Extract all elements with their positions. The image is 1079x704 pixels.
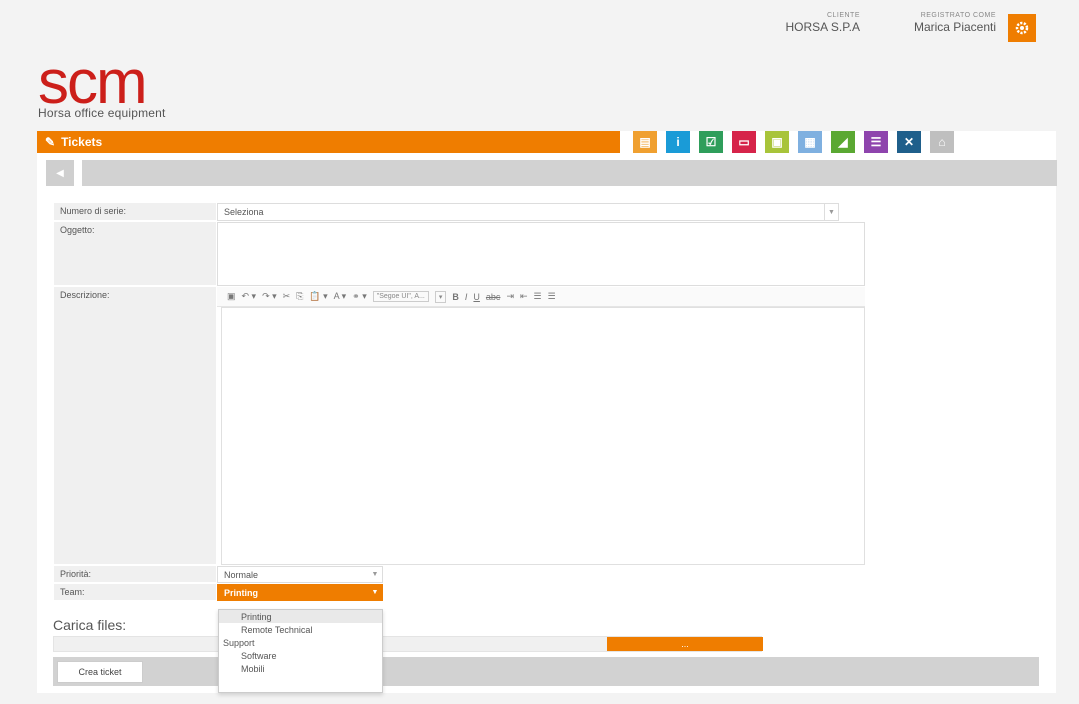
settings-button[interactable] (1008, 14, 1036, 42)
font-size-select[interactable]: ▾ (434, 290, 447, 303)
user-name[interactable]: Marica Piacenti (872, 20, 996, 34)
priority-label: Priorità: (54, 566, 216, 583)
redo-icon[interactable]: ↷ ▾ (262, 291, 277, 302)
back-button[interactable]: ◀ (46, 160, 74, 186)
chevron-down-icon: ▼ (371, 571, 379, 578)
team-label: Team: (54, 584, 216, 601)
description-editor: ▣ ↶ ▾ ↷ ▾ ✂ ⎘ 📋 ▾ A ▾ ⚭ ▾ "Segoe UI", A.… (217, 287, 865, 565)
page-title-bar: ✎ Tickets (37, 131, 620, 153)
font-family-select[interactable]: "Segoe UI", A... (372, 291, 429, 302)
folder-icon[interactable]: ▭ (732, 131, 756, 153)
pencil-icon: ✎ (45, 135, 56, 149)
browse-files-button[interactable]: ... (607, 637, 763, 651)
team-option[interactable]: Mobili (219, 662, 382, 675)
chevron-down-icon: ▼ (371, 589, 379, 596)
team-option[interactable]: Software (219, 649, 382, 662)
indent-icon[interactable]: ⇥ (506, 291, 514, 302)
team-select[interactable]: Printing ▼ (217, 584, 383, 601)
form-icon[interactable]: ▦ (798, 131, 822, 153)
user-info: REGISTRATO COME Marica Piacenti (872, 12, 996, 34)
company-logo[interactable]: scm Horsa office equipment (38, 48, 166, 121)
gear-icon (1015, 21, 1029, 35)
info-icon[interactable]: i (666, 131, 690, 153)
module-toolbar: ▤ i ☑ ▭ ▣ ▦ ◢ ☰ ✕ ⌂ (633, 131, 954, 153)
strikethrough-button[interactable]: abc (486, 292, 501, 302)
paste-icon[interactable]: 📋 ▾ (309, 291, 327, 302)
logo-text: scm (38, 48, 148, 117)
editor-toolbar: ▣ ↶ ▾ ↷ ▾ ✂ ⎘ 📋 ▾ A ▾ ⚭ ▾ "Segoe UI", A.… (217, 287, 865, 307)
page-title: Tickets (61, 135, 103, 149)
font-color-icon[interactable]: A ▾ (334, 291, 347, 302)
link-icon[interactable]: ⚭ ▾ (352, 291, 367, 302)
description-label: Descrizione: (54, 287, 216, 565)
serial-value: Seleziona (224, 207, 264, 217)
chevron-down-icon: ▼ (824, 204, 838, 220)
user-caption: REGISTRATO COME (920, 12, 996, 19)
description-editor-area[interactable] (221, 307, 865, 565)
outdent-icon[interactable]: ⇤ (520, 291, 528, 302)
undo-icon[interactable]: ↶ ▾ (242, 291, 257, 302)
team-option-group: Support (223, 638, 255, 648)
underline-button[interactable]: U (473, 292, 480, 302)
action-bar-fill (82, 160, 1057, 186)
numbered-list-icon[interactable]: ☰ (534, 291, 542, 302)
back-arrow-icon: ◀ (56, 167, 64, 179)
logo-subtitle: Horsa office equipment (38, 106, 166, 120)
team-value: Printing (224, 588, 258, 598)
create-ticket-button[interactable]: Crea ticket (57, 661, 143, 683)
priority-value: Normale (224, 570, 259, 580)
checklist-icon[interactable]: ☑ (699, 131, 723, 153)
client-info: CLIENTE HORSA S.P.A (748, 12, 860, 34)
copy-icon[interactable]: ⎘ (296, 291, 303, 302)
document-icon[interactable]: ▣ (765, 131, 789, 153)
source-icon[interactable]: ▣ (227, 291, 236, 302)
action-bar: ◀ (46, 160, 1057, 186)
serial-select[interactable]: Seleziona ▼ (217, 203, 839, 221)
list-icon[interactable]: ☰ (864, 131, 888, 153)
main-panel: ✎ Tickets ▤ i ☑ ▭ ▣ ▦ ◢ ☰ ✕ ⌂ ◀ Numero di serie: … (37, 131, 1057, 693)
serial-label: Numero di serie: (54, 203, 216, 221)
priority-select[interactable]: Normale ▼ (217, 566, 383, 583)
folder-doc-icon[interactable]: ▤ (633, 131, 657, 153)
team-option[interactable]: Remote Technical (219, 623, 382, 636)
bullet-list-icon[interactable]: ☰ (548, 291, 556, 302)
cut-icon[interactable]: ✂ (283, 291, 291, 302)
tools-icon[interactable]: ✕ (897, 131, 921, 153)
chart-icon[interactable]: ◢ (831, 131, 855, 153)
italic-button[interactable]: I (465, 292, 468, 302)
client-name: HORSA S.P.A (785, 20, 860, 34)
home-icon[interactable]: ⌂ (930, 131, 954, 153)
page: CLIENTE HORSA S.P.A REGISTRATO COME Mari… (0, 0, 1079, 704)
client-caption: CLIENTE (826, 12, 860, 19)
team-option[interactable]: Printing (219, 610, 382, 623)
form-footer (53, 657, 1039, 686)
team-dropdown: Printing Remote Technical Support Software M… (218, 609, 383, 693)
upload-label: Carica files: (53, 617, 127, 633)
bold-button[interactable]: B (452, 292, 459, 302)
subject-textarea[interactable] (217, 222, 865, 286)
subject-label: Oggetto: (54, 222, 216, 286)
